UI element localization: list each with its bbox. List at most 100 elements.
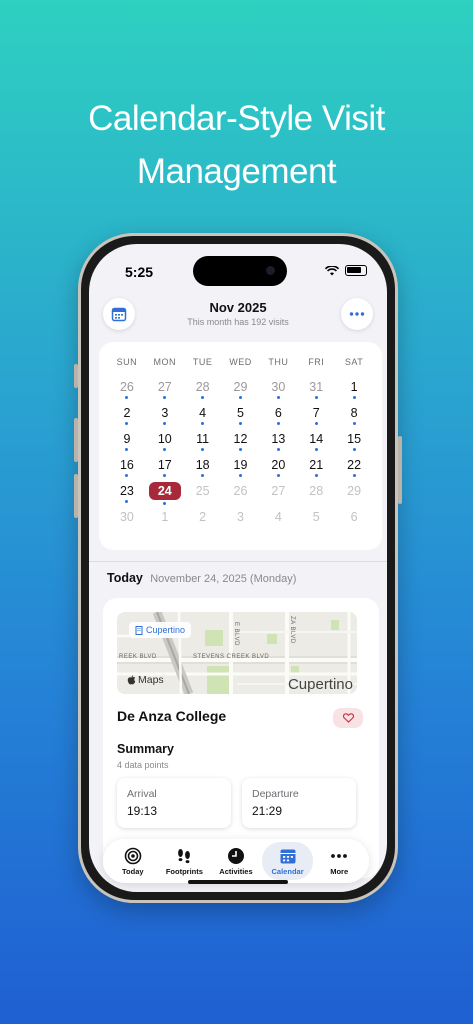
calendar-day[interactable]: 3 — [146, 404, 184, 430]
calendar-day[interactable]: 1 — [146, 508, 184, 534]
map-preview[interactable]: STEVENS CREEK BLVD REEK BLVD E BLVD ZA B… — [117, 612, 357, 694]
calendar-day[interactable]: 15 — [335, 430, 373, 456]
calendar-week: 26 27 28 29 30 31 1 — [108, 378, 373, 404]
calendar-day[interactable]: 23 — [108, 482, 146, 508]
calendar-day[interactable]: 5 — [297, 508, 335, 534]
calendar-day[interactable]: 30 — [108, 508, 146, 534]
calendar-day[interactable]: 31 — [297, 378, 335, 404]
visit-dot — [163, 502, 167, 505]
visit-dot — [239, 422, 242, 425]
home-indicator — [188, 880, 288, 884]
calendar-day[interactable]: 19 — [222, 456, 260, 482]
day-number: 26 — [233, 484, 248, 498]
calendar-day[interactable]: 29 — [222, 378, 260, 404]
weekday-label: TUE — [192, 357, 213, 367]
building-icon — [135, 625, 143, 635]
calendar-day[interactable]: 28 — [184, 378, 222, 404]
day-number: 2 — [123, 406, 131, 420]
mute-switch — [74, 364, 78, 388]
calendar-day[interactable]: 28 — [297, 482, 335, 508]
calendar-day[interactable]: 26 — [108, 378, 146, 404]
calendar-day[interactable]: 12 — [222, 430, 260, 456]
calendar-day[interactable]: 29 — [335, 482, 373, 508]
today-label: Today — [107, 571, 143, 585]
calendar-day[interactable]: 5 — [222, 404, 260, 430]
calendar-day[interactable]: 2 — [108, 404, 146, 430]
calendar-day[interactable]: 22 — [335, 456, 373, 482]
dynamic-island — [193, 256, 287, 286]
calendar-icon — [280, 849, 296, 863]
visit-dot — [201, 448, 205, 451]
tab-footprints[interactable]: Footprints — [159, 842, 211, 880]
day-number: 15 — [347, 432, 362, 446]
calendar-day[interactable]: 18 — [184, 456, 222, 482]
calendar-day[interactable]: 11 — [184, 430, 222, 456]
visit-dot — [239, 474, 242, 477]
calendar-week: 30 1 2 3 4 5 6 — [108, 508, 373, 534]
calendar-week: 2 3 4 5 6 7 8 — [108, 404, 373, 430]
calendar-day[interactable]: 21 — [297, 456, 335, 482]
calendar-day[interactable]: 6 — [259, 404, 297, 430]
arrival-card: Arrival 19:13 — [117, 778, 231, 828]
day-number: 13 — [271, 432, 286, 446]
visit-dot — [314, 474, 318, 477]
calendar-day[interactable]: 27 — [259, 482, 297, 508]
calendar-day[interactable]: 4 — [184, 404, 222, 430]
calendar-day[interactable]: 2 — [184, 508, 222, 534]
visit-dot — [201, 474, 205, 477]
day-number: 14 — [309, 432, 324, 446]
calendar-day[interactable]: 7 — [297, 404, 335, 430]
visit-dot — [276, 474, 280, 477]
map-street-label: ZA BLVD — [289, 616, 295, 644]
calendar-day[interactable]: 20 — [259, 456, 297, 482]
calendar-day[interactable]: 8 — [335, 404, 373, 430]
calendar-day[interactable]: 16 — [108, 456, 146, 482]
headline-line2: Management — [136, 152, 337, 191]
calendar-day[interactable]: 10 — [146, 430, 184, 456]
divider — [89, 561, 387, 562]
battery-icon — [345, 265, 367, 276]
day-number: 28 — [309, 484, 324, 498]
day-number: 17 — [157, 458, 172, 472]
day-number: 26 — [119, 380, 134, 394]
month-calendar: SUN MON TUE WED THU FRI SAT 26 27 28 29 30 31 1 2 3 4 5 6… — [99, 342, 382, 550]
status-icons — [325, 265, 367, 276]
calendar-day[interactable]: 27 — [146, 378, 184, 404]
day-number: 29 — [347, 484, 362, 498]
camera-icon — [266, 266, 275, 275]
tab-activities[interactable]: Activities — [210, 842, 262, 880]
today-header: Today November 24, 2025 (Monday) — [107, 571, 296, 585]
visit-dot — [201, 422, 205, 425]
volume-down-button — [74, 474, 78, 518]
location-chip-label: Cupertino — [146, 625, 186, 635]
day-number: 1 — [350, 380, 358, 394]
map-street-label: STEVENS CREEK BLVD — [193, 654, 270, 660]
calendar-day[interactable]: 13 — [259, 430, 297, 456]
tab-calendar[interactable]: Calendar — [261, 842, 314, 880]
tab-label: Activities — [219, 866, 253, 876]
more-options-button[interactable] — [341, 298, 373, 330]
day-number: 24 — [148, 482, 181, 500]
calendar-day[interactable]: 25 — [184, 482, 222, 508]
calendar-day[interactable]: 3 — [222, 508, 260, 534]
favorite-button[interactable] — [333, 708, 363, 728]
map-street-label: E BLVD — [233, 622, 239, 646]
calendar-week: 23 24 25 26 27 28 29 — [108, 482, 373, 508]
arrival-label: Arrival — [127, 788, 157, 800]
calendar-day-selected[interactable]: 24 — [146, 482, 184, 508]
calendar-day[interactable]: 4 — [259, 508, 297, 534]
map-city-label: Cupertino — [287, 676, 353, 693]
calendar-day[interactable]: 1 — [335, 378, 373, 404]
calendar-day[interactable]: 17 — [146, 456, 184, 482]
calendar-day[interactable]: 6 — [335, 508, 373, 534]
calendar-day[interactable]: 30 — [259, 378, 297, 404]
tab-more[interactable]: More — [313, 842, 365, 880]
day-number: 28 — [195, 380, 210, 394]
calendar-day[interactable]: 14 — [297, 430, 335, 456]
visit-card[interactable]: STEVENS CREEK BLVD REEK BLVD E BLVD ZA B… — [103, 598, 379, 878]
calendar-day[interactable]: 26 — [222, 482, 260, 508]
weekday-label: THU — [268, 357, 289, 367]
calendar-day[interactable]: 9 — [108, 430, 146, 456]
tab-bar: Today Footprints Activities Calendar Mor… — [103, 839, 369, 883]
tab-today[interactable]: Today — [107, 842, 159, 880]
